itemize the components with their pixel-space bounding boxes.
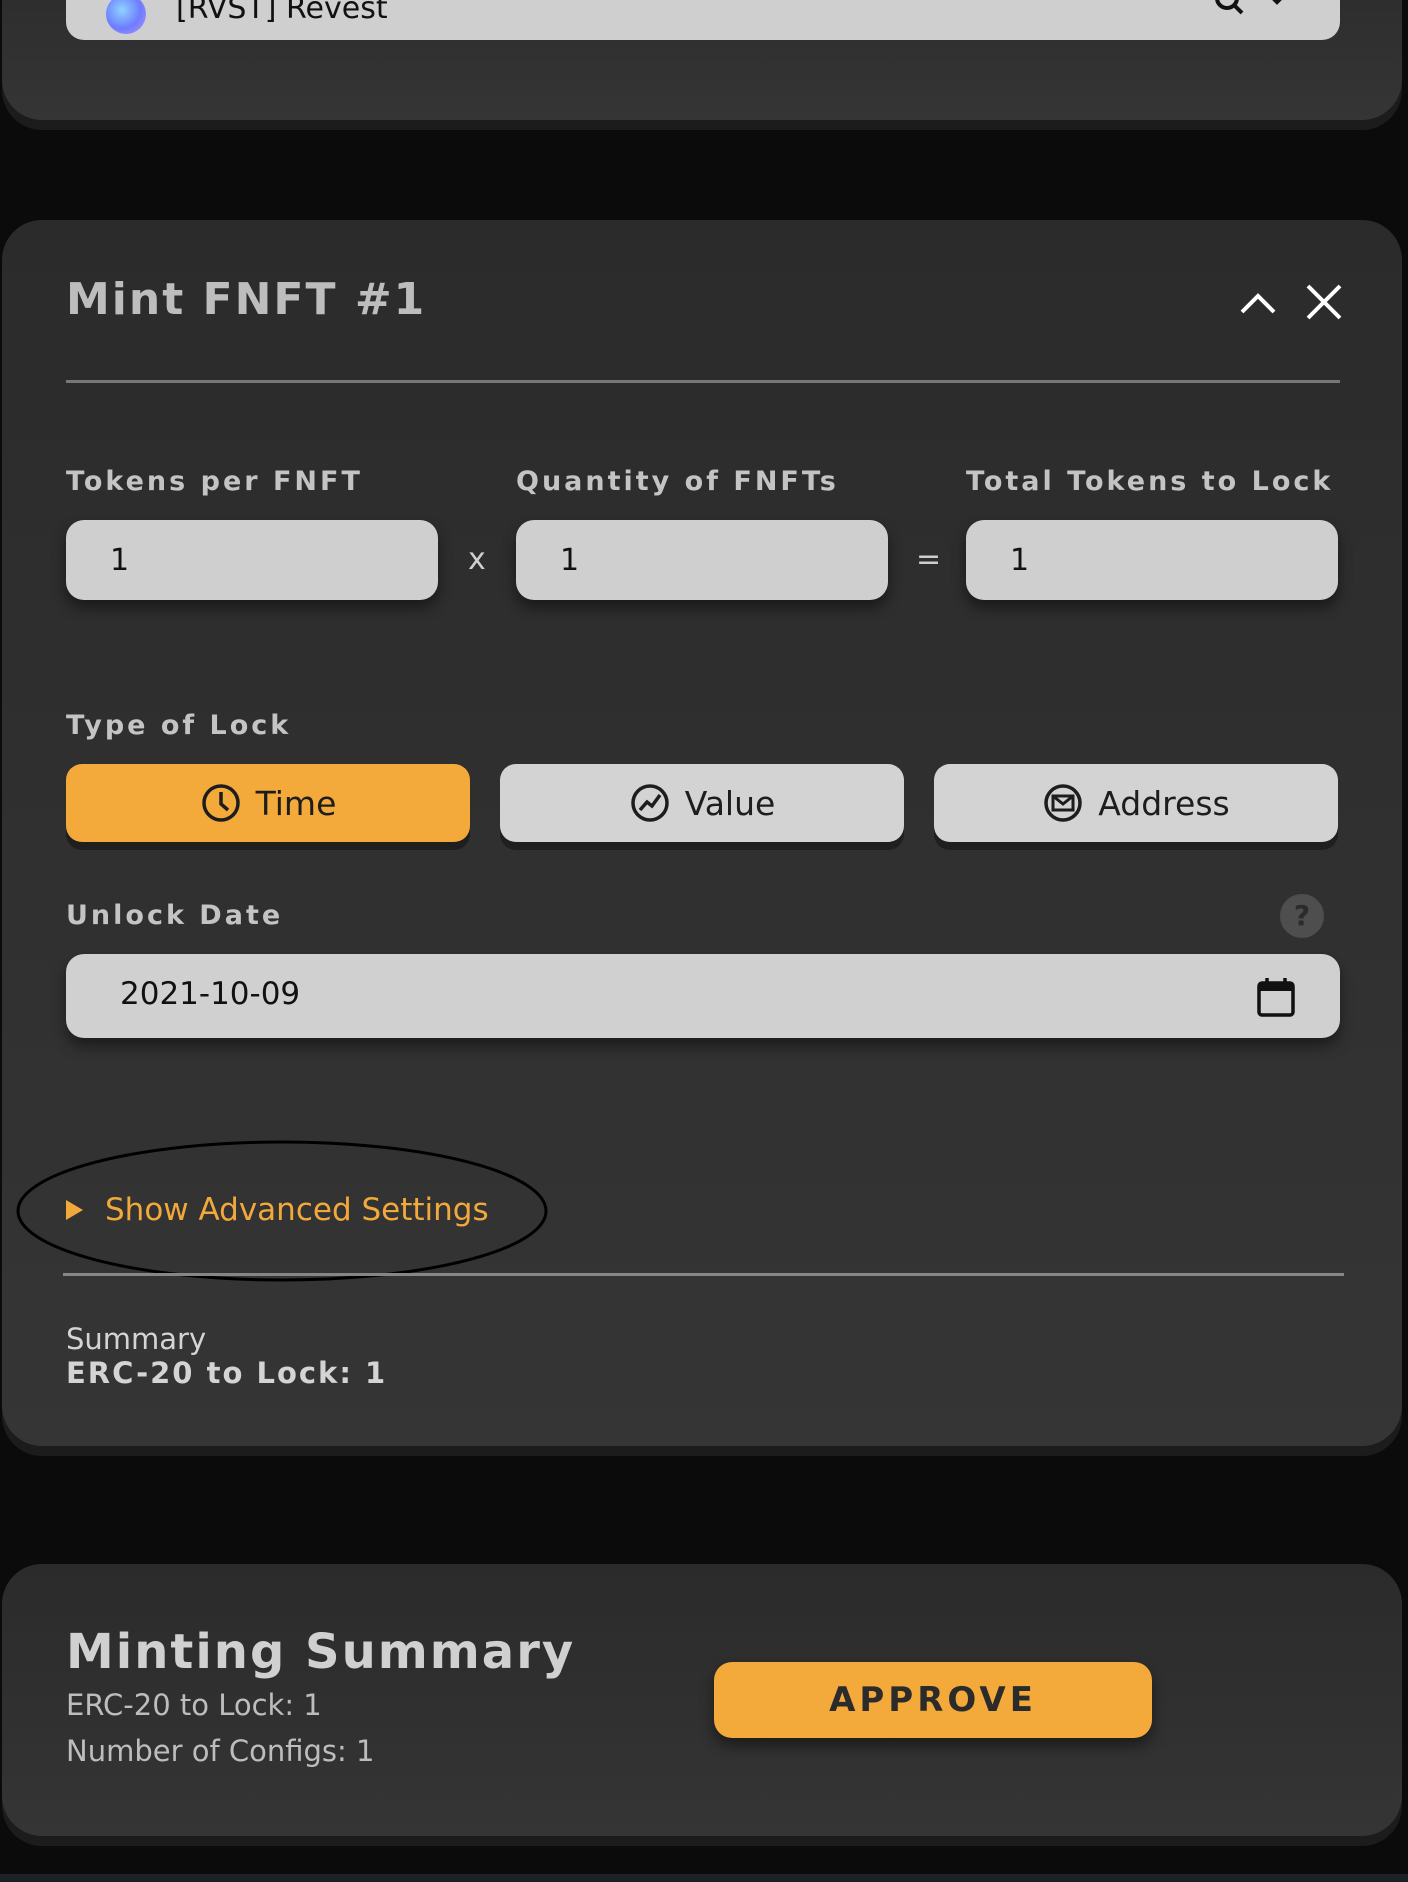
summary-erc20-value: ERC-20 to Lock: 1	[66, 1356, 388, 1390]
lock-type-value-label: Value	[684, 783, 776, 823]
summary-label: Summary	[66, 1322, 207, 1356]
search-icon[interactable]	[1214, 0, 1244, 18]
tokens-per-fnft-label: Tokens per FNFT	[66, 466, 363, 497]
chevron-down-icon[interactable]	[1264, 0, 1290, 14]
total-tokens-input[interactable]	[966, 520, 1338, 600]
calendar-icon[interactable]	[1256, 976, 1296, 1018]
tokens-per-fnft-input[interactable]	[66, 520, 438, 600]
equals-symbol: =	[916, 542, 942, 577]
minting-summary-title: Minting Summary	[66, 1624, 576, 1680]
approve-button[interactable]: APPROVE	[714, 1662, 1152, 1738]
help-icon[interactable]: ?	[1280, 894, 1324, 938]
quantity-label: Quantity of FNFTs	[516, 466, 839, 497]
lock-type-value-button[interactable]: Value	[500, 764, 904, 842]
page: [RVST] Revest Mint FNFT #1 Tokens per FN…	[0, 0, 1408, 1882]
token-card: [RVST] Revest	[2, 0, 1402, 120]
close-icon[interactable]	[1302, 280, 1346, 324]
mint-title: Mint FNFT #1	[66, 274, 427, 325]
show-advanced-settings-label: Show Advanced Settings	[105, 1192, 489, 1228]
lock-type-label: Type of Lock	[66, 710, 292, 741]
show-advanced-settings-toggle[interactable]: Show Advanced Settings	[66, 1192, 489, 1228]
chevron-up-icon[interactable]	[1236, 280, 1280, 324]
multiply-symbol: x	[468, 542, 486, 577]
mail-icon	[1044, 784, 1083, 822]
minting-summary-card: Minting Summary ERC-20 to Lock: 1 Number…	[2, 1564, 1402, 1836]
quantity-input[interactable]	[516, 520, 888, 600]
mint-fnft-card: Mint FNFT #1 Tokens per FNFT Quantity of…	[2, 220, 1402, 1446]
bottom-strip	[0, 1874, 1408, 1882]
token-logo-icon	[106, 0, 146, 34]
unlock-date-input[interactable]: 2021-10-09	[66, 954, 1340, 1038]
total-tokens-label: Total Tokens to Lock	[966, 466, 1334, 497]
lock-type-time-button[interactable]: Time	[66, 764, 470, 842]
minting-summary-configs: Number of Configs: 1	[66, 1734, 375, 1768]
summary-divider	[63, 1273, 1344, 1276]
chart-icon	[630, 784, 669, 822]
token-select[interactable]: [RVST] Revest	[66, 0, 1340, 40]
title-divider	[66, 380, 1340, 383]
lock-type-time-label: Time	[255, 783, 337, 823]
lock-type-address-label: Address	[1098, 783, 1230, 823]
minting-summary-erc20: ERC-20 to Lock: 1	[66, 1688, 322, 1722]
token-name: [RVST] Revest	[176, 0, 388, 26]
unlock-date-value: 2021-10-09	[120, 976, 301, 1012]
triangle-right-icon	[66, 1200, 83, 1220]
clock-icon	[201, 784, 240, 822]
unlock-date-label: Unlock Date	[66, 900, 284, 931]
lock-type-address-button[interactable]: Address	[934, 764, 1338, 842]
